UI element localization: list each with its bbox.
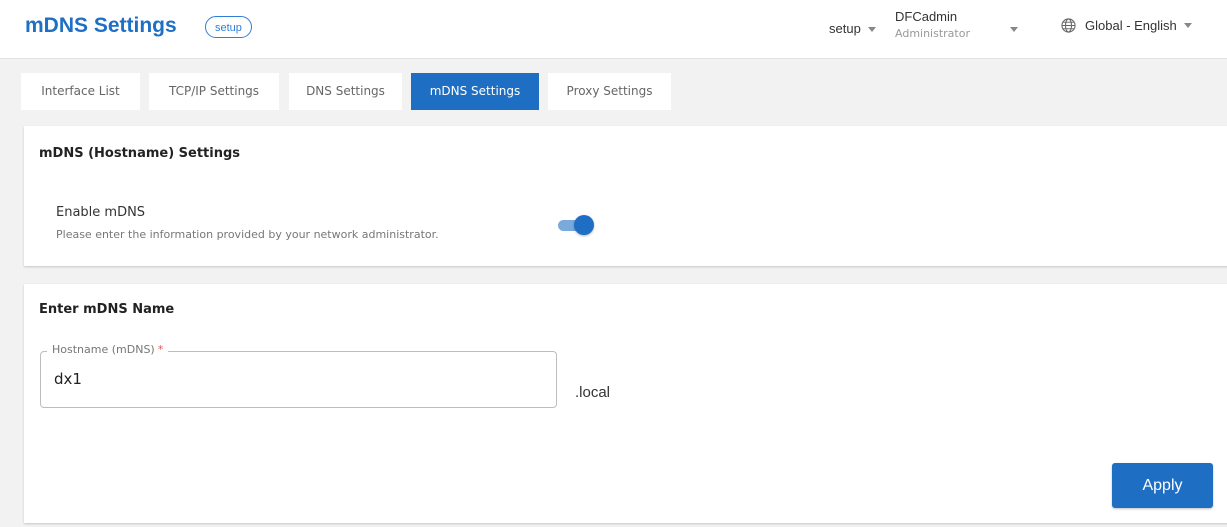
user-role: Administrator — [895, 27, 970, 40]
required-mark: * — [157, 343, 164, 356]
tab-proxy-settings[interactable]: Proxy Settings — [548, 73, 671, 110]
setup-badge: setup — [205, 16, 252, 38]
section-title: mDNS (Hostname) Settings — [39, 146, 241, 161]
language-menu[interactable]: Global - English — [1061, 18, 1192, 33]
hostname-input[interactable] — [54, 370, 534, 388]
page-title: mDNS Settings — [25, 14, 177, 37]
globe-icon — [1061, 18, 1076, 33]
chevron-down-icon — [1183, 23, 1192, 28]
chevron-down-icon — [867, 27, 876, 33]
enable-mdns-toggle[interactable] — [556, 215, 594, 235]
enable-mdns-description: Please enter the information provided by… — [56, 228, 439, 241]
user-name: DFCadmin — [895, 9, 958, 24]
tab-tcpip-settings[interactable]: TCP/IP Settings — [149, 73, 279, 110]
mdns-name-card: Enter mDNS Name Hostname (mDNS)* .local … — [24, 284, 1227, 523]
settings-tabs: Interface List TCP/IP Settings DNS Setti… — [10, 63, 1227, 119]
hostname-field: Hostname (mDNS) * — [40, 343, 557, 408]
hostname-settings-card: mDNS (Hostname) Settings Enable mDNS Ple… — [24, 126, 1227, 266]
toggle-knob — [574, 215, 594, 235]
setup-menu[interactable]: setup — [829, 21, 876, 36]
tab-dns-settings[interactable]: DNS Settings — [289, 73, 402, 110]
hostname-field-label: Hostname (mDNS) * — [47, 343, 169, 356]
tab-mdns-settings[interactable]: mDNS Settings — [411, 73, 539, 110]
user-menu[interactable]: DFCadmin Administrator — [895, 9, 970, 40]
tab-interface-list[interactable]: Interface List — [21, 73, 140, 110]
language-label: Global - English — [1085, 18, 1177, 33]
enable-mdns-label: Enable mDNS — [56, 205, 146, 220]
hostname-field-label-text: Hostname (mDNS) — [52, 343, 155, 356]
chevron-down-icon[interactable] — [1010, 27, 1018, 32]
apply-button[interactable]: Apply — [1112, 463, 1213, 508]
domain-suffix: .local — [575, 384, 611, 401]
section-title: Enter mDNS Name — [39, 302, 175, 317]
setup-menu-label: setup — [829, 21, 861, 36]
top-header: mDNS Settings setup setup DFCadmin Admin… — [0, 0, 1227, 59]
